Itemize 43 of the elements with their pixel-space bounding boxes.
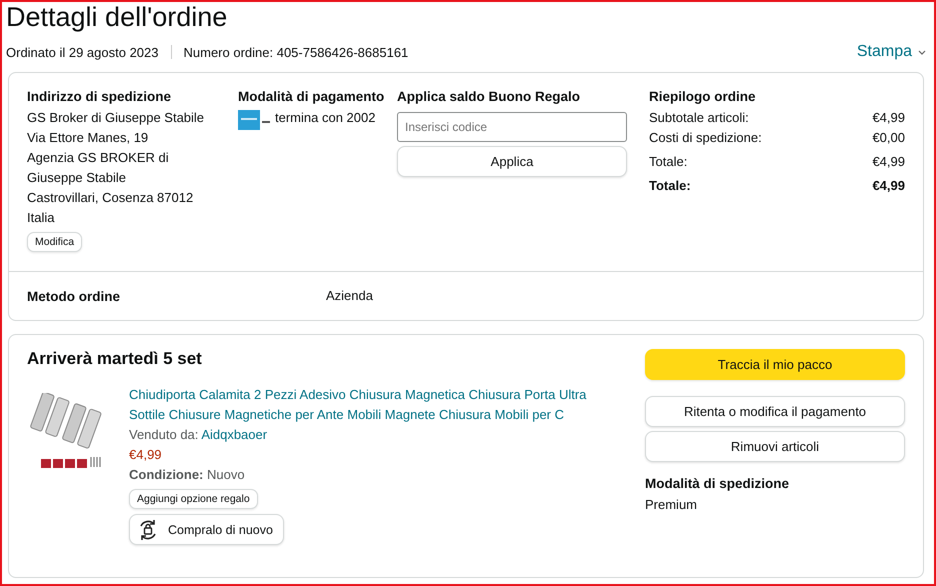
order-number: Numero ordine: 405-7586426-8685161: [184, 44, 408, 60]
address-line: Castrovillari, Cosenza 87012: [27, 189, 194, 207]
chevron-icon: [918, 50, 926, 54]
page-title: Dettagli dell'ordine: [6, 2, 228, 32]
edit-button[interactable]: Modifica: [27, 232, 82, 252]
seller-link[interactable]: Aidqxbaoer: [201, 427, 268, 442]
print-link[interactable]: Stampa: [856, 43, 926, 61]
condition-label: Condizione:: [129, 467, 204, 482]
buy-again-button[interactable]: Compralo di nuovo: [129, 514, 284, 545]
card-icon: [238, 110, 270, 130]
summary-value: €4,99: [872, 177, 905, 195]
section-heading: Riepilogo ordine: [649, 89, 756, 104]
summary-label: Costi di spedizione:: [649, 129, 762, 147]
section-heading: Modalità di pagamento: [238, 89, 386, 104]
card-ending: termina con 2002: [275, 109, 376, 127]
track-package-button[interactable]: Traccia il mio pacco: [645, 349, 905, 380]
shipping-mode-value: Premium: [645, 496, 698, 514]
address-line: Via Ettore Manes, 19: [27, 129, 150, 147]
order-date: Ordinato il 29 agosto 2023: [6, 44, 158, 60]
summary-value: €4,99: [872, 109, 905, 127]
address-line: Agenzia GS BROKER di Giuseppe Stabile: [27, 149, 170, 187]
section-heading: Modalità di spedizione: [645, 476, 790, 491]
seller-label: Venduto da:: [129, 427, 198, 442]
summary-label: Totale:: [649, 153, 688, 171]
section-heading: Applica saldo Buono Regalo: [397, 89, 582, 104]
condition-value: Nuovo: [207, 467, 245, 482]
product-title-link[interactable]: Chiudiporta Calamita 2 Pezzi Adesivo Chiusura Magnetica Chiusura Porta Ultra Sottile Chiusure Magnetiche per Ante Mobili Magnete Chiusura Mobili per C: [129, 385, 599, 425]
action-button[interactable]: Rimuovi articoli: [645, 431, 905, 462]
gift-option-button[interactable]: Aggiungi opzione regalo: [129, 489, 258, 509]
item-price: €4,99: [129, 446, 162, 464]
gift-code-field[interactable]: Inserisci codice: [397, 112, 627, 142]
address-line: GS Broker di Giuseppe Stabile: [27, 109, 206, 127]
summary-label: Totale:: [649, 177, 691, 195]
address-line: Italia: [27, 209, 56, 227]
summary-value: €0,00: [872, 129, 905, 147]
summary-value: €4,99: [872, 153, 905, 171]
order-method-value: Azienda: [326, 287, 373, 305]
action-button[interactable]: Ritenta o modifica il pagamento: [645, 396, 905, 427]
section-heading: Indirizzo di spedizione: [27, 89, 172, 104]
apply-button[interactable]: Applica: [397, 146, 627, 177]
order-method-label: Metodo ordine: [27, 288, 121, 304]
delivery-heading: Arriverà martedì 5 set: [27, 349, 203, 369]
summary-label: Subtotale articoli:: [649, 109, 749, 127]
